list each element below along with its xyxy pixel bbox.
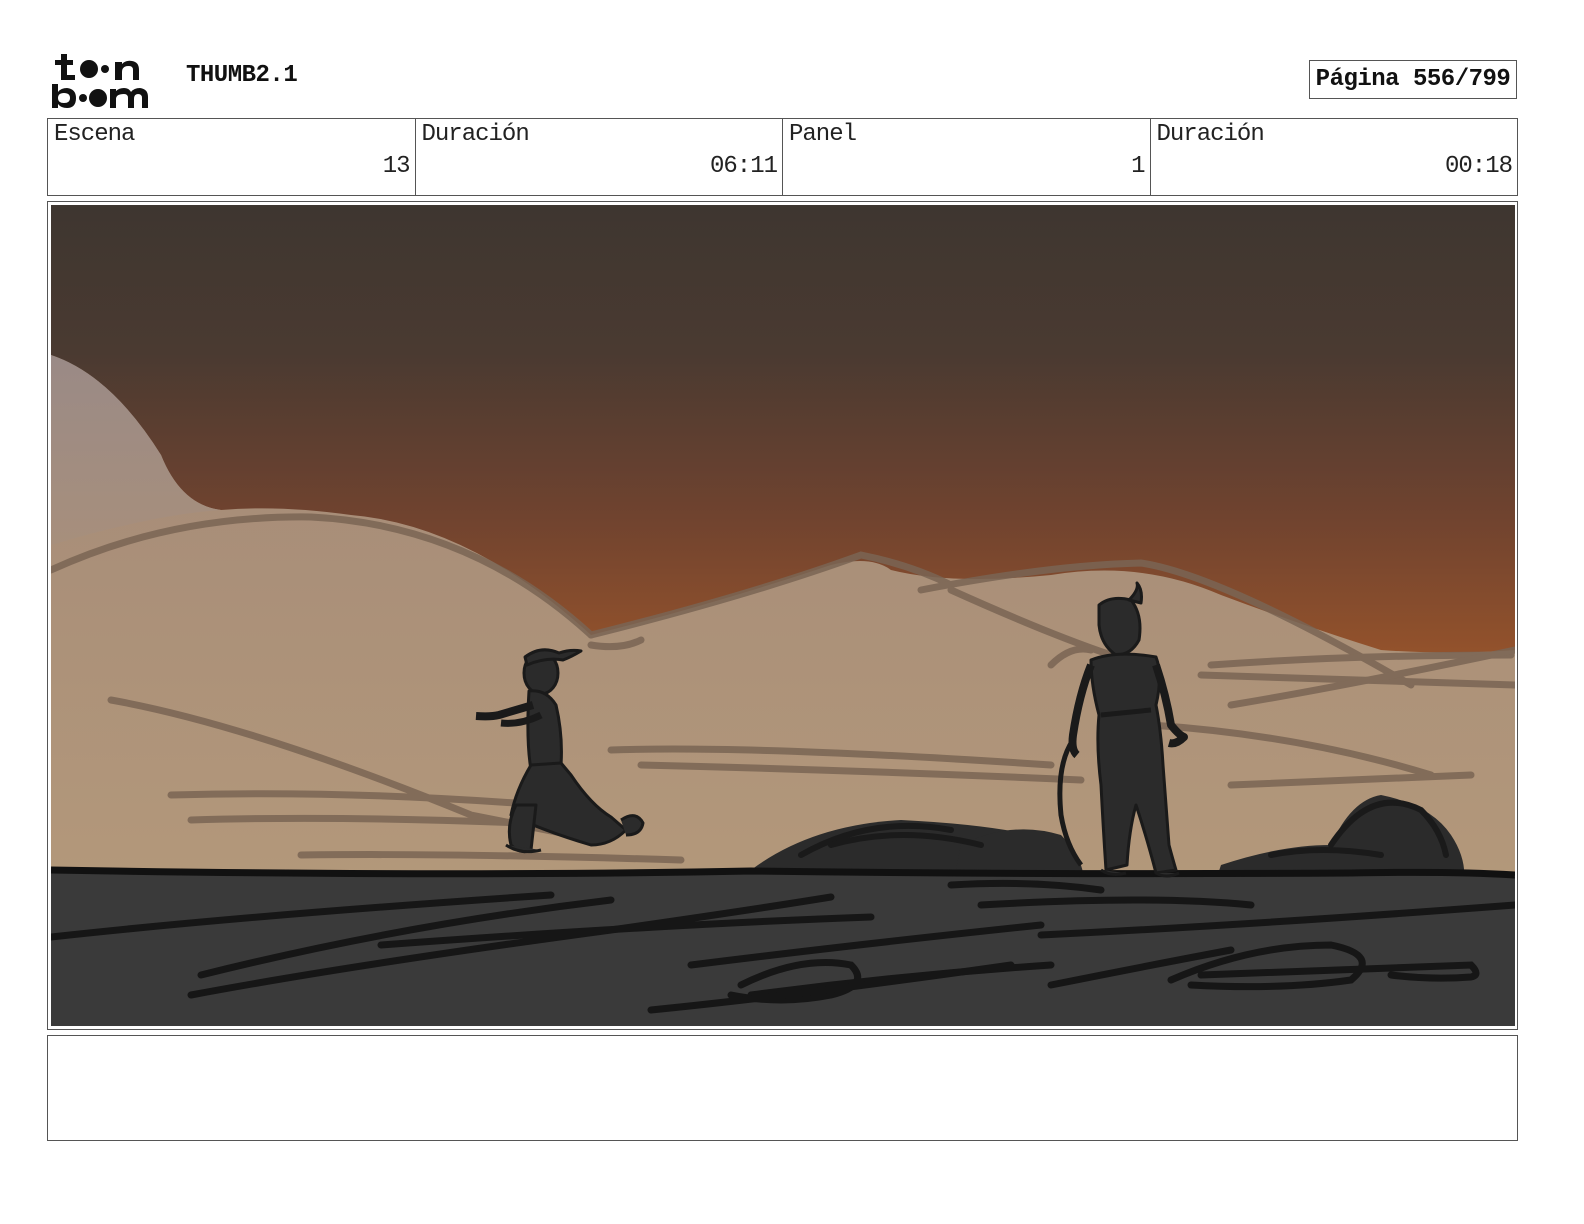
scene-label: Escena	[54, 121, 135, 148]
scene-cell: Escena 13	[48, 119, 416, 195]
panel-duration-value: 00:18	[1444, 153, 1513, 180]
scene-duration-cell: Duración 06:11	[416, 119, 783, 195]
storyboard-panel-image	[51, 205, 1515, 1026]
panel-duration-cell: Duración 00:18	[1151, 119, 1518, 195]
document-title: THUMB2.1	[186, 62, 298, 89]
panel-notes-box[interactable]	[47, 1035, 1518, 1141]
panel-value: 1	[1131, 153, 1145, 180]
panel-cell: Panel 1	[783, 119, 1151, 195]
page-indicator: Página 556/799	[1309, 60, 1517, 99]
scene-duration-value: 06:11	[709, 153, 778, 180]
panel-label: Panel	[789, 121, 857, 148]
scene-value: 13	[382, 153, 411, 180]
toon-boom-logo	[52, 52, 164, 110]
panel-duration-label: Duración	[1156, 121, 1265, 148]
scene-duration-label: Duración	[421, 121, 530, 148]
scene-info-row: Escena 13 Duración 06:11 Panel 1 Duració…	[47, 118, 1518, 196]
